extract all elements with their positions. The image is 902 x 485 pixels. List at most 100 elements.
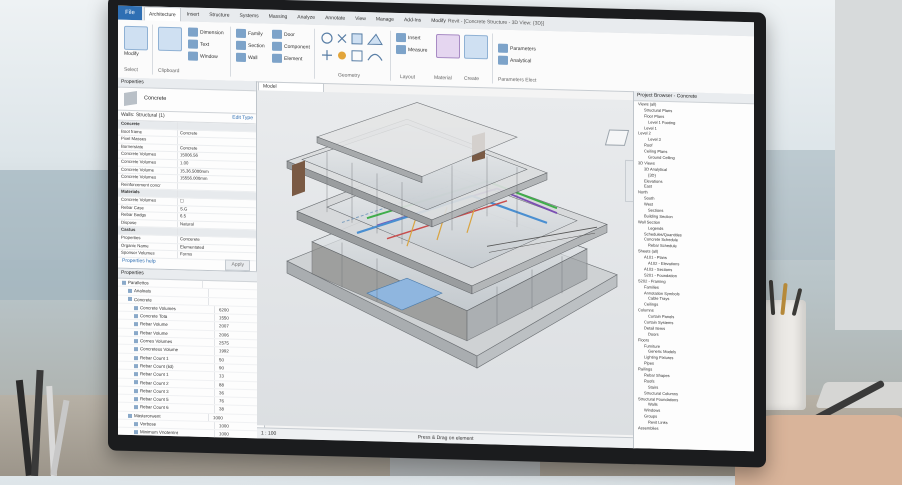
browser-row-text: Concretess Volume (140, 346, 179, 353)
browser-row-text: Concrete volumetric (140, 437, 180, 444)
browser-row-text: Rebar Count 1 (140, 371, 169, 378)
modify-tool-icon[interactable] (124, 25, 148, 51)
project-browser-tree: Views (all) Structural Plans Floor Plans Le… (634, 101, 754, 434)
rooms-icon[interactable] (464, 34, 488, 60)
file-tab[interactable]: File (118, 5, 142, 21)
browser-row-value (208, 289, 264, 299)
tree-node-icon (128, 297, 132, 302)
browser-row-text: Rebar Volume (140, 321, 168, 328)
edit-type-button[interactable]: Edit Type (232, 114, 256, 124)
paste-icon[interactable] (158, 26, 182, 52)
browser-row-text: Rebar Volume (140, 330, 168, 336)
group-parameters-label: Parameters Elect (498, 76, 537, 84)
family-icon (236, 28, 246, 38)
browser-row[interactable]: Concrete volumetric 550 (118, 436, 264, 449)
tree-node-icon (134, 446, 138, 451)
type-name: Concrete (144, 95, 167, 102)
browser-row-text: Rebar Count 1 (140, 354, 169, 361)
window-label: Window (200, 53, 218, 61)
project-browser: Project Browser - Concrete Views (all) St… (633, 91, 754, 452)
tree-node-icon (134, 314, 138, 319)
ribbon-separator (492, 33, 493, 84)
browser-row-text: Cornes Volumes (140, 338, 173, 345)
browser-row-text: Rebar Count (lid) (140, 363, 174, 370)
element-icon (272, 53, 282, 63)
door-button[interactable]: Door (272, 29, 295, 40)
browser-row-value (208, 297, 264, 307)
ribbon-separator (390, 30, 391, 81)
tree-node-icon (122, 280, 126, 285)
properties-grid: Concrete Boot frame Concrete Pixel Masses Bu… (118, 120, 256, 261)
browser-row-text: Rebar Count 6 (140, 404, 169, 411)
insert-icon (396, 32, 406, 43)
ribbon-separator (314, 28, 315, 79)
group-geometry-label: Geometry (338, 72, 360, 79)
browser-row[interactable]: Sheneigris 1000 (118, 444, 264, 452)
tree-node-icon (134, 338, 138, 344)
material-icon[interactable] (436, 33, 460, 59)
parameters-browser: Properties Parallettos Analoats Concrete Co… (118, 267, 265, 452)
browser-row-value: 1000 (214, 447, 264, 452)
insert-button[interactable]: Insert (396, 32, 421, 43)
dimension-label: Dimension (200, 29, 224, 37)
tree-node-icon (134, 430, 138, 435)
modify-button[interactable]: Modify (124, 51, 139, 57)
view-scale[interactable]: 1 : 100 (261, 430, 276, 436)
apply-button[interactable]: Apply (225, 259, 250, 272)
group-clipboard-label: Clipboard (158, 67, 180, 75)
section-label: Section (248, 42, 265, 50)
left-pens (15, 369, 70, 476)
group-select-label: Select (124, 66, 138, 74)
dimension-button[interactable]: Dimension (188, 27, 224, 37)
type-selector[interactable]: Concrete (118, 87, 256, 115)
instance-filter-label: Walls: Structural (1) (121, 111, 165, 119)
component-label: Component (284, 43, 310, 51)
tree-node-icon (134, 330, 138, 335)
component-icon (272, 41, 282, 51)
element-button[interactable]: Element (272, 53, 303, 64)
concrete-type-icon (124, 90, 137, 106)
viewcube-icon[interactable] (604, 129, 630, 146)
tree-node-icon (134, 438, 138, 443)
window-button[interactable]: Window (188, 51, 218, 61)
tree-node-icon (134, 380, 138, 385)
tree-node-icon (128, 289, 132, 294)
group-material-label: Material (434, 74, 452, 82)
browser-row-text: Concrete (134, 296, 152, 303)
text-button[interactable]: Text (188, 39, 209, 49)
browser-row-text: Rebar Count 5 (140, 396, 169, 403)
browser-row-text: Minimum Vnoterrint (140, 429, 179, 436)
building-3d-model[interactable] (257, 90, 637, 435)
tree-node-icon (134, 372, 138, 377)
text-label: Text (200, 41, 210, 48)
measure-button[interactable]: Measure (396, 44, 428, 55)
analytical-button[interactable]: Analytical (498, 55, 532, 66)
analytical-icon (498, 55, 508, 65)
wall-pillar (835, 0, 902, 330)
properties-help-link[interactable]: Properties help (122, 257, 156, 267)
tree-node-icon (134, 397, 138, 402)
section-button[interactable]: Section (236, 40, 265, 51)
3d-model-view[interactable] (257, 90, 637, 436)
browser-row-text: Vorbose (140, 421, 157, 427)
geometry-tools-icons[interactable] (320, 31, 384, 71)
browser-tree: Parallettos Analoats Concrete Concrete Volu… (118, 278, 264, 452)
group-layout-label: Layout (400, 74, 416, 81)
measure-label: Measure (408, 47, 428, 54)
browser-row-text: Masterorwent (134, 412, 161, 419)
tree-node-icon (128, 413, 132, 418)
element-label: Element (284, 55, 303, 63)
component-button[interactable]: Component (272, 41, 310, 52)
analytical-label: Analytical (510, 57, 532, 65)
parameters-button[interactable]: Parameters (498, 43, 536, 54)
browser-row-label: Minimum Vnoterrint (118, 428, 214, 438)
tree-node-icon (134, 363, 138, 368)
family-button[interactable]: Family (236, 28, 263, 39)
wall-button[interactable]: Wall (236, 52, 258, 63)
tree-node-icon (134, 421, 138, 427)
parameters-icon (498, 43, 508, 53)
parameters-label: Parameters (510, 45, 536, 53)
window-icon (188, 51, 198, 61)
tree-node-icon (134, 322, 138, 327)
wall-icon (236, 52, 246, 62)
